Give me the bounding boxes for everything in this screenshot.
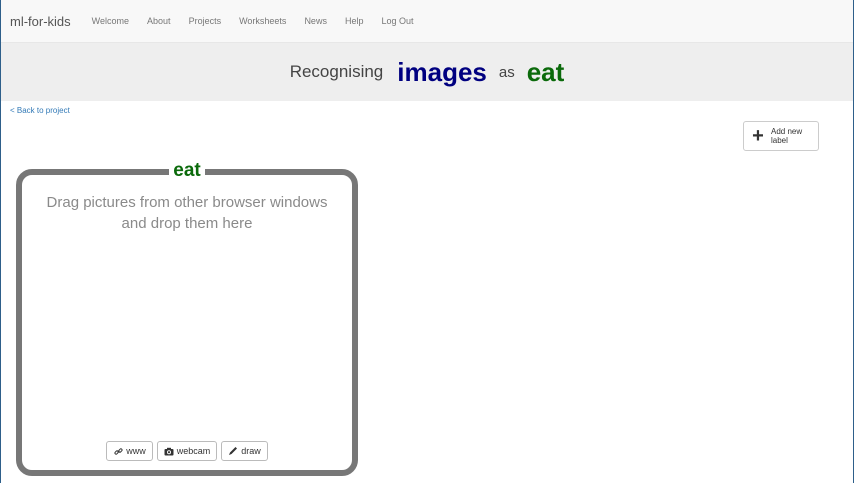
label-bucket[interactable]: eat Drag pictures from other browser win… — [16, 160, 358, 476]
title-label-name: eat — [526, 56, 565, 87]
label-bucket-name: eat — [169, 160, 205, 182]
page-title: Recognising images as eat — [1, 43, 853, 101]
webcam-button-label: webcam — [176, 446, 211, 456]
draw-button-label: draw — [241, 446, 261, 456]
nav-about[interactable]: About — [147, 16, 171, 26]
back-to-project-link[interactable]: < Back to project — [10, 106, 70, 115]
pencil-icon — [228, 446, 238, 456]
webcam-button[interactable]: webcam — [156, 441, 218, 461]
nav-worksheets[interactable]: Worksheets — [239, 16, 286, 26]
plus-icon: + — [752, 125, 764, 147]
nav-projects[interactable]: Projects — [189, 16, 222, 26]
draw-button[interactable]: draw — [221, 441, 268, 461]
app-window: ml-for-kids Welcome About Projects Works… — [0, 0, 854, 483]
nav-logout[interactable]: Log Out — [381, 16, 413, 26]
nav-welcome[interactable]: Welcome — [92, 16, 129, 26]
brand-link[interactable]: ml-for-kids — [10, 14, 71, 29]
www-button[interactable]: www — [106, 441, 153, 461]
navbar: ml-for-kids Welcome About Projects Works… — [1, 0, 853, 43]
title-recognising: Recognising — [289, 62, 384, 81]
add-new-label-button[interactable]: + Add new label — [743, 121, 819, 151]
add-example-buttons: www webcam draw — [22, 441, 352, 461]
title-project-type: images — [397, 56, 487, 87]
title-as: as — [498, 63, 515, 81]
nav-help[interactable]: Help — [345, 16, 364, 26]
nav-news[interactable]: News — [304, 16, 327, 26]
www-button-label: www — [126, 446, 146, 456]
add-new-label-text: Add new label — [771, 127, 803, 145]
camera-icon — [164, 446, 174, 456]
link-icon — [113, 446, 123, 456]
drop-hint-text: Drag pictures from other browser windows… — [46, 194, 328, 232]
